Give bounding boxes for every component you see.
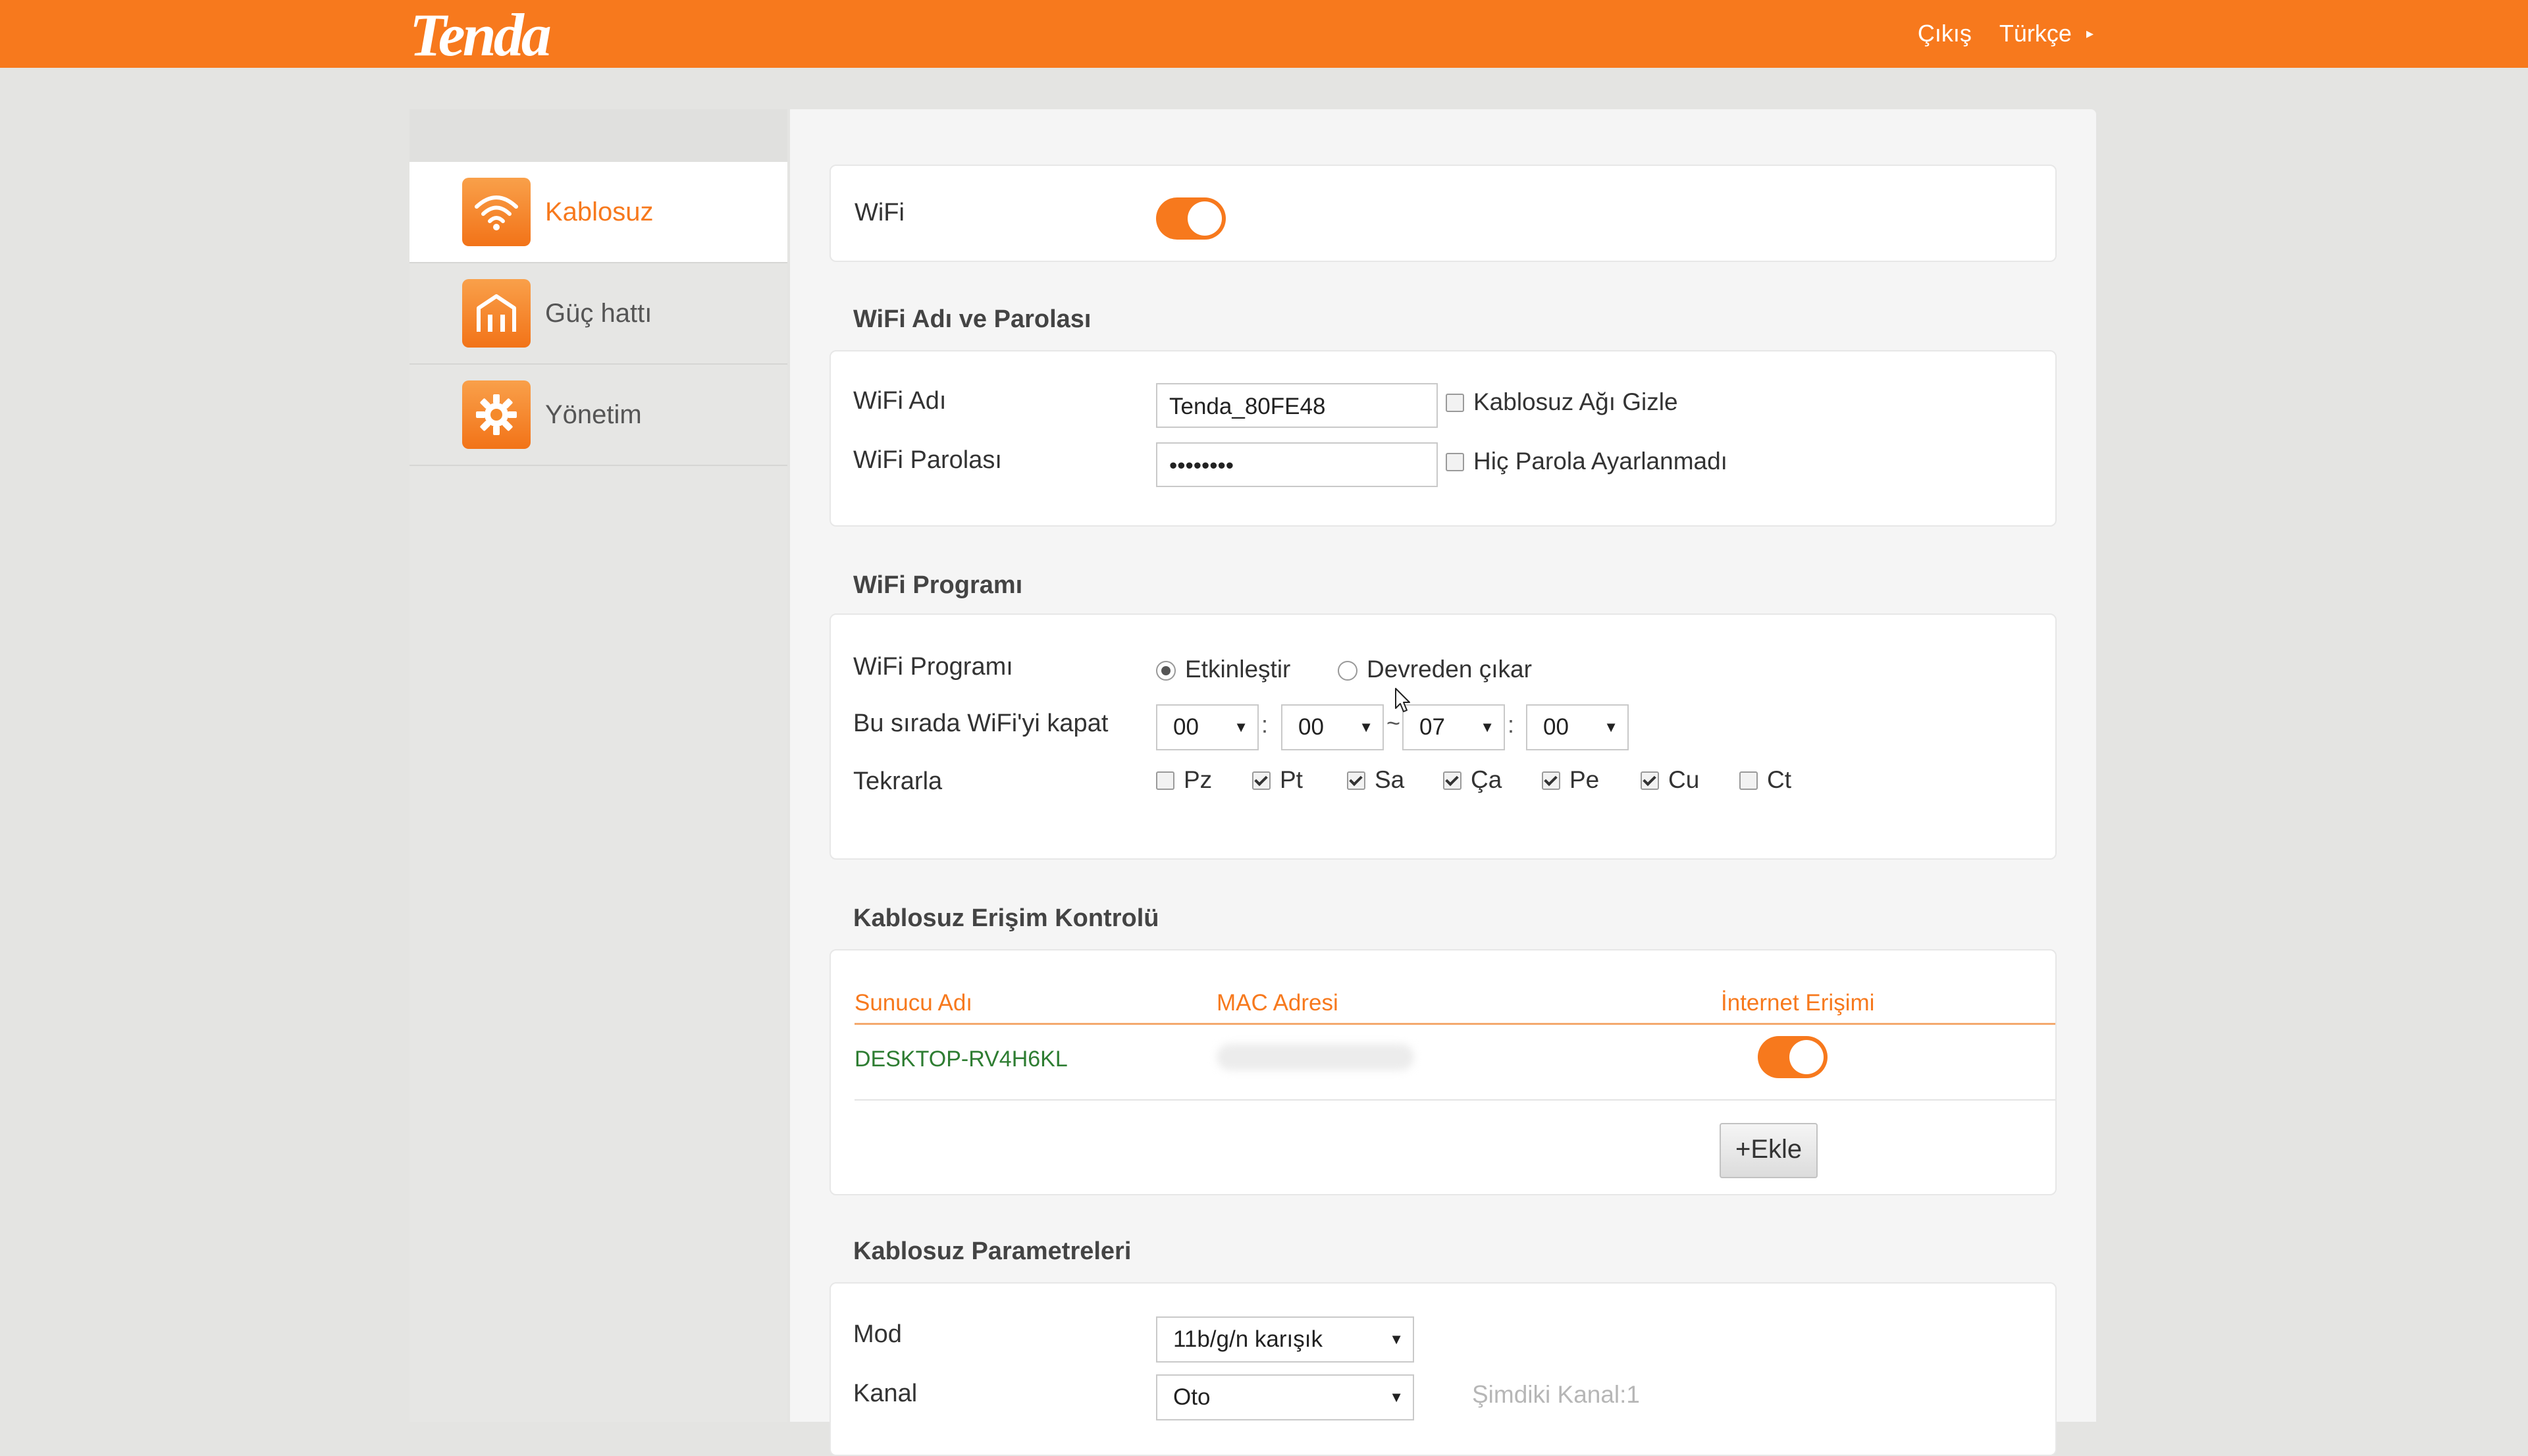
repeat-label: Tekrarla [853,767,943,795]
section-title-params: Kablosuz Parametreleri [853,1237,1132,1265]
sidebar-item-label: Kablosuz [545,197,654,226]
end-hour-select[interactable]: 07 ▼ [1402,704,1505,750]
add-device-button[interactable]: +Ekle [1720,1123,1818,1178]
dropdown-arrow-icon: ▼ [1359,719,1373,735]
column-header-internet: İnternet Erişimi [1721,990,1875,1016]
name-password-card [830,350,2057,527]
mode-select[interactable]: 11b/g/n karışık ▼ [1156,1316,1414,1363]
end-minute-select[interactable]: 00 ▼ [1526,704,1629,750]
day-label: Pt [1280,766,1303,793]
day-label: Ça [1471,766,1502,793]
password-label: WiFi Parolası [853,446,1002,474]
toggle-knob [1789,1040,1824,1074]
top-links: Çıkış Türkçe ▸ [1918,20,2094,47]
mode-label: Mod [853,1320,902,1348]
enable-radio[interactable] [1156,661,1176,681]
params-card [830,1282,2057,1456]
current-channel-text: Şimdiki Kanal:1 [1472,1381,1641,1408]
hide-ssid-label: Kablosuz Ağı Gizle [1473,388,1678,415]
column-header-mac: MAC Adresi [1217,990,1338,1016]
day-label: Ct [1767,766,1791,793]
wifi-label: WiFi [855,199,905,226]
toggle-knob [1188,201,1222,236]
day-label: Pz [1184,766,1213,793]
wifi-toggle-card: WiFi [830,165,2057,262]
day-checkbox-ca[interactable] [1443,771,1462,790]
row-divider [855,1099,2055,1101]
ssid-label: WiFi Adı [853,387,947,415]
access-control-card: Sunucu Adı MAC Adresi İnternet Erişimi D… [830,949,2057,1195]
no-password-label: Hiç Parola Ayarlanmadı [1473,448,1727,475]
section-title-access-control: Kablosuz Erişim Kontrolü [853,904,1159,932]
start-hour-value: 00 [1173,714,1199,740]
channel-label: Kanal [853,1380,918,1407]
mac-address-blurred [1217,1044,1414,1070]
column-header-host: Sunucu Adı [855,990,973,1016]
sidebar-item-label: Güç hattı [545,298,652,328]
hide-ssid-checkbox[interactable] [1446,394,1464,412]
logout-link[interactable]: Çıkış [1918,20,1972,47]
sidebar-item-powerline[interactable]: Güç hattı [409,263,787,365]
wifi-icon [462,178,531,246]
day-checkbox-ct[interactable] [1739,771,1758,790]
sidebar-item-management[interactable]: Yönetim [409,365,787,466]
tenda-logo: Tenda [409,1,552,68]
schedule-label: WiFi Programı [853,653,1013,681]
language-selector[interactable]: Türkçe [1999,20,2072,47]
time-separator: : [1261,711,1269,738]
sidebar-item-wireless[interactable]: Kablosuz [409,162,787,263]
day-label: Cu [1668,766,1700,793]
day-checkbox-sa[interactable] [1347,771,1365,790]
password-input[interactable]: •••••••• [1156,442,1438,487]
start-minute-select[interactable]: 00 ▼ [1281,704,1384,750]
caret-right-icon[interactable]: ▸ [2086,25,2094,42]
no-password-checkbox[interactable] [1446,453,1464,471]
time-range-tilde: ~ [1386,710,1401,737]
off-time-label: Bu sırada WiFi'yi kapat [853,710,1109,737]
ssid-input[interactable]: Tenda_80FE48 [1156,383,1438,428]
dropdown-arrow-icon: ▼ [1234,719,1248,735]
internet-access-toggle[interactable] [1758,1036,1828,1078]
sidebar: Kablosuz Güç hattı Yönetim [409,109,787,1422]
dropdown-arrow-icon: ▼ [1389,1331,1404,1347]
day-label: Pe [1569,766,1600,793]
wifi-toggle[interactable] [1156,197,1226,240]
sidebar-header [409,109,787,162]
enable-radio-label: Etkinleştir [1185,656,1291,683]
host-name: DESKTOP-RV4H6KL [855,1047,1068,1072]
sidebar-item-label: Yönetim [545,400,642,429]
top-bar: Tenda Çıkış Türkçe ▸ [0,0,2528,68]
dropdown-arrow-icon: ▼ [1389,1389,1404,1405]
gear-icon [462,380,531,449]
start-minute-value: 00 [1298,714,1324,740]
dropdown-arrow-icon: ▼ [1604,719,1618,735]
main-panel: WiFi WiFi Adı ve Parolası WiFi Adı Tenda… [790,109,2096,1456]
section-title-name-password: WiFi Adı ve Parolası [853,305,1092,333]
channel-value: Oto [1173,1384,1211,1410]
time-separator: : [1508,711,1515,738]
disable-radio[interactable] [1338,661,1357,681]
channel-select[interactable]: Oto ▼ [1156,1374,1414,1420]
dropdown-arrow-icon: ▼ [1480,719,1494,735]
disable-radio-label: Devreden çıkar [1367,656,1532,683]
end-minute-value: 00 [1543,714,1569,740]
day-checkbox-pz[interactable] [1156,771,1174,790]
section-title-schedule: WiFi Programı [853,571,1023,599]
house-icon [462,279,531,348]
day-checkbox-cu[interactable] [1641,771,1659,790]
day-checkbox-pt[interactable] [1252,771,1271,790]
day-label: Sa [1375,766,1405,793]
mode-value: 11b/g/n karışık [1173,1326,1323,1352]
mouse-cursor-icon [1395,688,1410,712]
day-checkbox-pe[interactable] [1542,771,1560,790]
start-hour-select[interactable]: 00 ▼ [1156,704,1259,750]
end-hour-value: 07 [1419,714,1445,740]
table-header-divider [855,1023,2055,1025]
